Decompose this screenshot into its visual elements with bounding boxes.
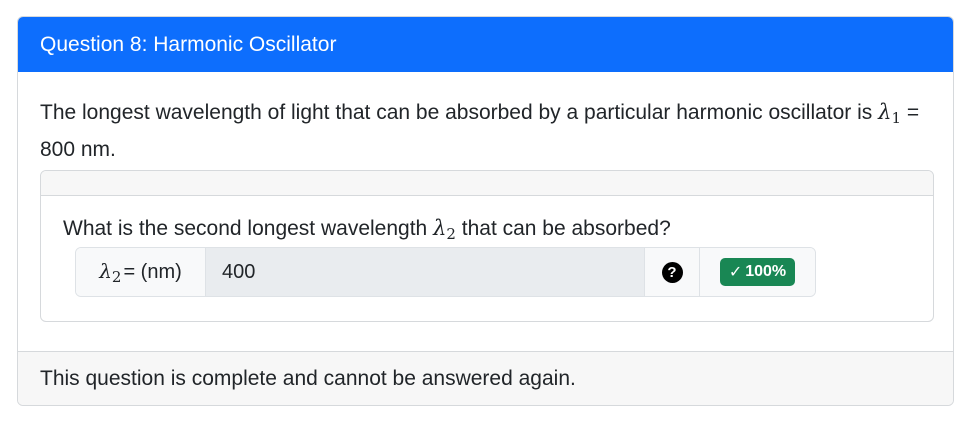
completion-message: This question is complete and cannot be … — [40, 366, 576, 390]
help-button[interactable]: ? — [644, 248, 699, 296]
part-question: What is the second longest wavelength λ2… — [63, 216, 671, 243]
score-badge: ✓ 100% — [719, 258, 796, 286]
question-prompt: The longest wavelength of light that can… — [40, 96, 920, 166]
question-card: Question 8: Harmonic Oscillator The long… — [17, 16, 954, 406]
lambda-2-symbol: λ2 — [433, 216, 456, 243]
check-icon: ✓ — [728, 264, 743, 281]
prompt-text: The longest wavelength of light that can… — [40, 101, 879, 124]
question-body: The longest wavelength of light that can… — [18, 72, 953, 353]
question-footer: This question is complete and cannot be … — [18, 351, 953, 405]
lambda-2-label-symbol: λ2 — [99, 258, 122, 286]
part-header — [41, 171, 933, 196]
question-title: Question 8: Harmonic Oscillator — [40, 32, 337, 56]
answer-input-group: λ2 = (nm) ? ✓ 100% — [75, 247, 816, 297]
part-question-tail: that can be absorbed? — [455, 217, 671, 240]
question-header: Question 8: Harmonic Oscillator — [18, 17, 953, 72]
answer-unit-label: = (nm) — [123, 260, 182, 283]
score-percent: 100% — [745, 263, 787, 280]
answer-part-card: What is the second longest wavelength λ2… — [40, 170, 934, 322]
part-question-text: What is the second longest wavelength — [63, 217, 434, 240]
score-cell: ✓ 100% — [699, 248, 815, 296]
question-circle-icon[interactable]: ? — [661, 261, 683, 283]
answer-input[interactable] — [206, 248, 644, 296]
lambda-1-symbol: λ1 — [878, 100, 901, 127]
answer-input-label: λ2 = (nm) — [76, 248, 206, 296]
